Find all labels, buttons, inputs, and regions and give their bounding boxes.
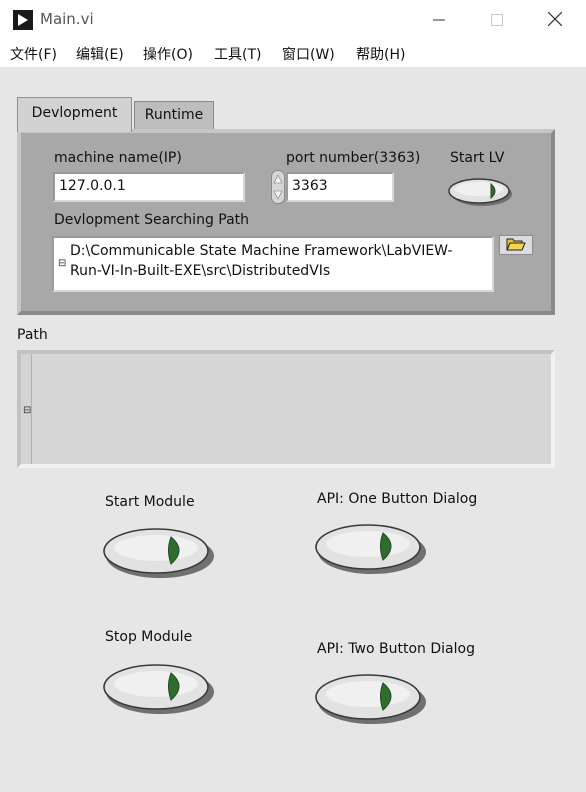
folder-open-icon — [506, 236, 526, 255]
start-module-button[interactable] — [101, 524, 219, 580]
labview-app-icon — [13, 10, 33, 30]
port-increment-decrement[interactable] — [271, 170, 285, 204]
menu-window[interactable]: 窗口(W) — [282, 44, 335, 64]
machine-name-label: machine name(IP) — [54, 150, 182, 166]
api-two-button-label: API: Two Button Dialog — [317, 641, 475, 657]
api-two-button-dialog-button[interactable] — [313, 670, 431, 726]
port-number-input[interactable]: 3363 — [286, 172, 394, 202]
close-icon — [547, 11, 563, 30]
window-title: Main.vi — [40, 10, 94, 28]
minimize-icon — [433, 11, 445, 30]
close-button[interactable] — [526, 0, 584, 40]
path-value — [31, 354, 551, 464]
path-label: Path — [17, 327, 48, 343]
menu-bar: 文件(F) 编辑(E) 操作(O) 工具(T) 窗口(W) 帮助(H) — [0, 40, 586, 67]
stop-module-label: Stop Module — [105, 629, 193, 645]
menu-operate[interactable]: 操作(O) — [143, 44, 193, 64]
browse-button[interactable] — [499, 235, 533, 255]
api-one-button-label: API: One Button Dialog — [317, 491, 478, 507]
port-number-label: port number(3363) — [286, 150, 421, 166]
search-path-label: Devlopment Searching Path — [54, 212, 250, 228]
stop-module-button[interactable] — [101, 660, 219, 716]
start-lv-button[interactable] — [447, 176, 513, 208]
api-one-button-dialog-button[interactable] — [313, 520, 431, 576]
search-path-input[interactable]: ⊟ D:\Communicable State Machine Framewor… — [52, 236, 494, 292]
menu-help[interactable]: 帮助(H) — [356, 44, 405, 64]
path-indicator: ⊟ — [17, 350, 555, 468]
tab-runtime[interactable]: Runtime — [134, 101, 214, 131]
tab-devlopment[interactable]: Devlopment — [17, 97, 132, 132]
menu-tools[interactable]: 工具(T) — [214, 44, 261, 64]
menu-edit[interactable]: 编辑(E) — [76, 44, 124, 64]
machine-name-input[interactable]: 127.0.0.1 — [53, 172, 245, 202]
path-type-icon: ⊟ — [58, 258, 67, 269]
search-path-value: D:\Communicable State Machine Framework\… — [70, 243, 453, 279]
maximize-button[interactable] — [468, 0, 526, 40]
maximize-icon — [491, 11, 503, 30]
menu-file[interactable]: 文件(F) — [10, 44, 57, 64]
start-lv-label: Start LV — [450, 150, 505, 166]
start-module-label: Start Module — [105, 494, 195, 510]
title-bar: Main.vi — [0, 0, 586, 40]
minimize-button[interactable] — [410, 0, 468, 40]
